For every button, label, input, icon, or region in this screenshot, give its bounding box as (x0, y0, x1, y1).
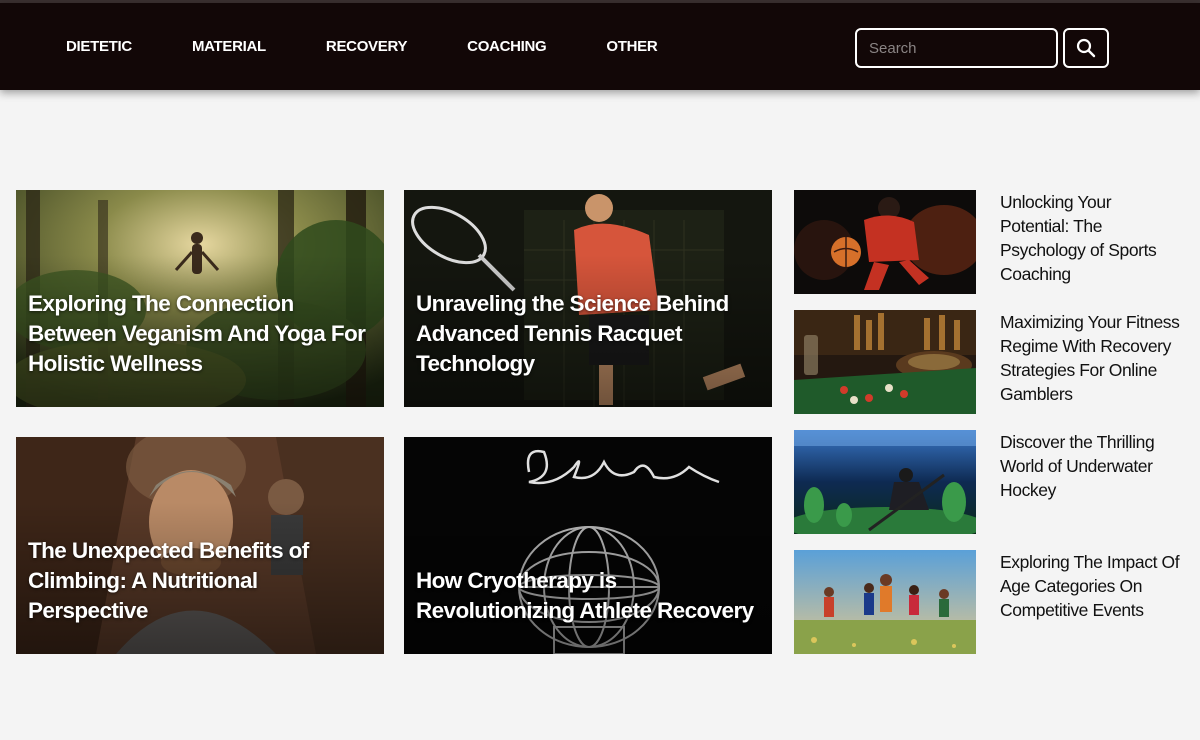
side-thumb[interactable] (794, 550, 976, 654)
side-article-title[interactable]: Exploring The Impact Of Age Categories O… (1000, 550, 1184, 622)
featured-card-cryotherapy[interactable]: How Cryotherapy is Revolutionizing Athle… (404, 437, 772, 654)
primary-nav: DIETETIC MATERIAL RECOVERY COACHING OTHE… (66, 3, 717, 90)
nav-link-coaching[interactable]: COACHING (467, 38, 547, 55)
side-article-underwater-hockey[interactable]: Discover the Thrilling World of Underwat… (794, 430, 1184, 534)
side-article-title[interactable]: Discover the Thrilling World of Underwat… (1000, 430, 1184, 502)
card-title[interactable]: How Cryotherapy is Revolutionizing Athle… (416, 566, 762, 626)
card-title[interactable]: Unraveling the Science Behind Advanced T… (416, 289, 762, 379)
main-navbar: DIETETIC MATERIAL RECOVERY COACHING OTHE… (0, 3, 1200, 90)
featured-card-tennis-racquet[interactable]: Unraveling the Science Behind Advanced T… (404, 190, 772, 407)
nav-link-dietetic[interactable]: DIETETIC (66, 38, 132, 55)
casino-table-image (794, 310, 976, 414)
side-article-recovery-gamblers[interactable]: Maximizing Your Fitness Regime With Reco… (794, 310, 1184, 414)
search-button[interactable] (1063, 28, 1109, 68)
search-input[interactable] (855, 28, 1058, 68)
side-article-title[interactable]: Maximizing Your Fitness Regime With Reco… (1000, 310, 1184, 406)
card-title[interactable]: The Unexpected Benefits of Climbing: A N… (28, 536, 374, 626)
featured-card-veganism-yoga[interactable]: Exploring The Connection Between Veganis… (16, 190, 384, 407)
side-thumb[interactable] (794, 190, 976, 294)
next-section-heading-partial (550, 733, 640, 740)
card-title[interactable]: Exploring The Connection Between Veganis… (28, 289, 374, 379)
featured-card-climbing[interactable]: The Unexpected Benefits of Climbing: A N… (16, 437, 384, 654)
nav-link-recovery[interactable]: RECOVERY (326, 38, 408, 55)
side-article-title[interactable]: Unlocking Your Potential: The Psychology… (1000, 190, 1184, 286)
side-article-sports-psychology[interactable]: Unlocking Your Potential: The Psychology… (794, 190, 1184, 294)
nav-link-other[interactable]: OTHER (606, 38, 657, 55)
side-thumb[interactable] (794, 310, 976, 414)
side-thumb[interactable] (794, 430, 976, 534)
underwater-hockey-image (794, 430, 976, 534)
side-article-age-categories[interactable]: Exploring The Impact Of Age Categories O… (794, 550, 1184, 654)
runners-race-image (794, 550, 976, 654)
search-icon (1076, 38, 1096, 58)
basketball-player-image (794, 190, 976, 294)
nav-link-material[interactable]: MATERIAL (192, 38, 266, 55)
